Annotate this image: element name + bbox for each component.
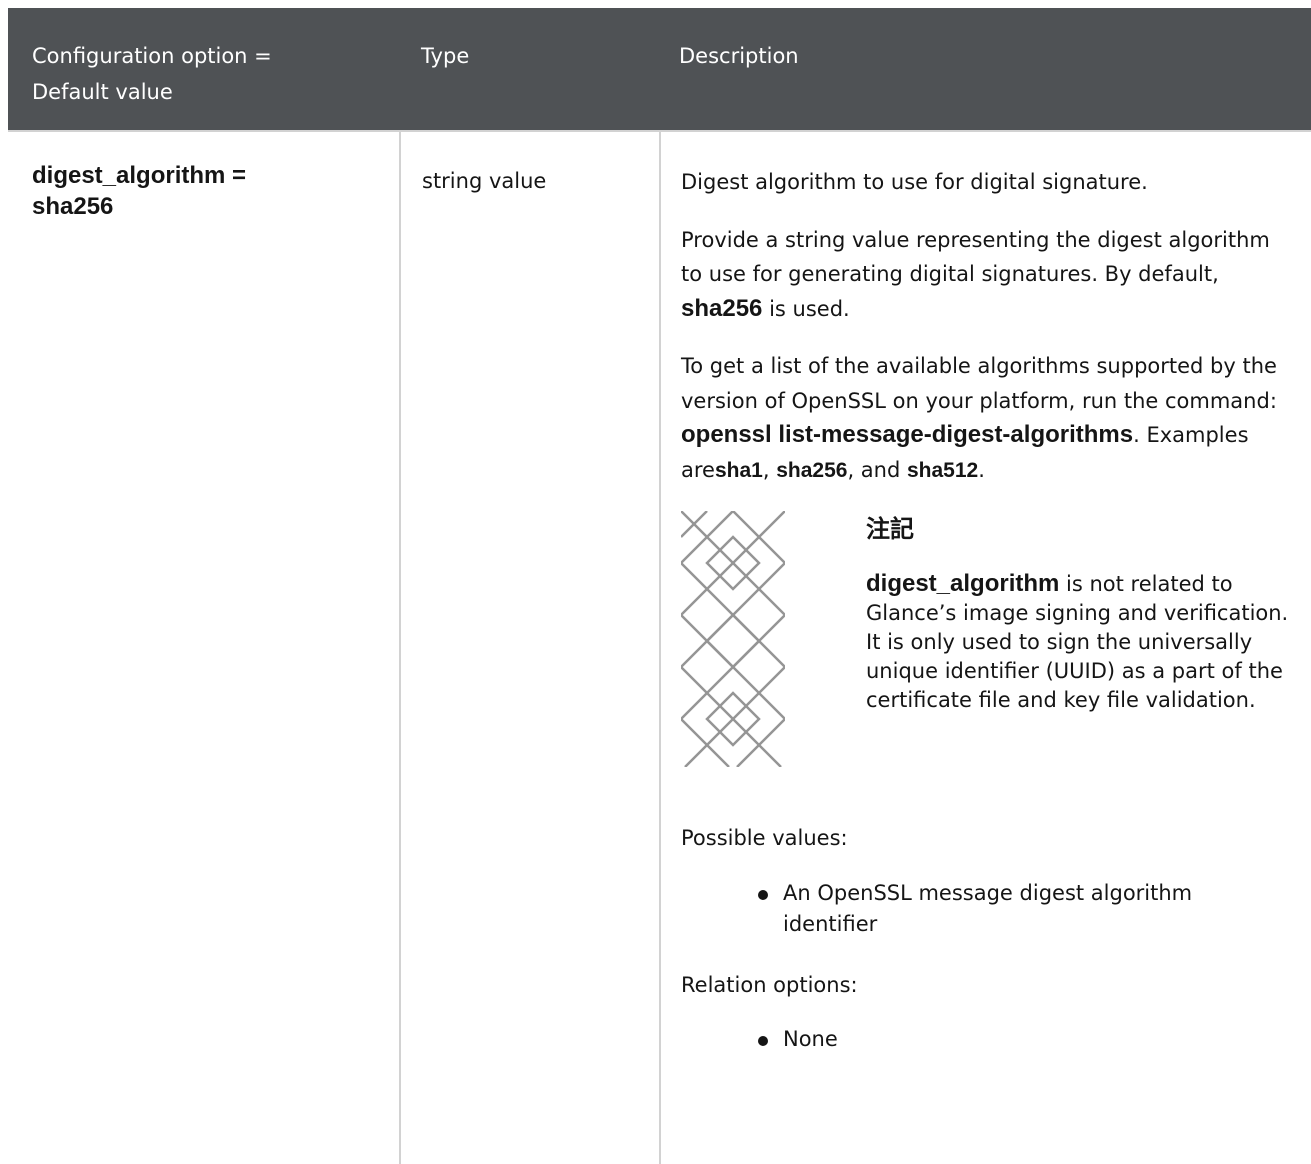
example-sha256: sha256 bbox=[776, 458, 848, 482]
option-default: sha256 bbox=[32, 193, 114, 220]
column-divider-1 bbox=[399, 130, 401, 1164]
header-type: Type bbox=[421, 44, 470, 68]
note-text: digest_algorithm is not related to Glanc… bbox=[866, 569, 1291, 715]
description-default: Provide a string value representing the … bbox=[681, 223, 1291, 327]
header-option-line2: Default value bbox=[32, 80, 173, 104]
possible-values-list: An OpenSSL message digest algorithm iden… bbox=[681, 878, 1291, 940]
list-item: None bbox=[681, 1024, 1243, 1055]
description-command-text: To get a list of the available algorithm… bbox=[681, 354, 1277, 413]
type-cell: string value bbox=[422, 169, 547, 193]
note-pattern-icon bbox=[681, 511, 785, 767]
command-code: openssl list-message-digest-algorithms bbox=[681, 421, 1134, 448]
relation-options-list: None bbox=[681, 1024, 1291, 1055]
header-description: Description bbox=[679, 44, 799, 68]
description-default-text: Provide a string value representing the … bbox=[681, 227, 1270, 287]
example-sha1: sha1 bbox=[714, 458, 763, 482]
column-divider-2 bbox=[659, 130, 661, 1164]
note-body: 注記 digest_algorithm is not related to Gl… bbox=[866, 511, 1291, 738]
note-admonition: 注記 digest_algorithm is not related to Gl… bbox=[681, 511, 1291, 767]
example-separator-2: , and bbox=[847, 457, 907, 482]
table-body: digest_algorithm = sha256 string value D… bbox=[8, 130, 1311, 1164]
description-cell: Digest algorithm to use for digital sign… bbox=[681, 165, 1291, 1083]
header-option: Configuration option = Default value bbox=[32, 38, 272, 110]
option-name: digest_algorithm = bbox=[32, 162, 247, 189]
option-cell: digest_algorithm = sha256 bbox=[32, 160, 332, 222]
example-end: . bbox=[978, 457, 985, 482]
default-value-code: sha256 bbox=[681, 294, 763, 322]
possible-values-label: Possible values: bbox=[681, 826, 848, 850]
header-option-line1: Configuration option = bbox=[32, 44, 272, 68]
example-sha512: sha512 bbox=[906, 458, 979, 482]
description-command: To get a list of the available algorithm… bbox=[681, 349, 1291, 488]
config-table: Configuration option = Default value Typ… bbox=[8, 8, 1311, 1164]
note-code: digest_algorithm bbox=[866, 570, 1060, 597]
note-title: 注記 bbox=[866, 515, 914, 543]
description-summary: Digest algorithm to use for digital sign… bbox=[681, 170, 1148, 194]
list-item: An OpenSSL message digest algorithm iden… bbox=[681, 878, 1243, 940]
description-default-end: is used. bbox=[762, 296, 850, 321]
example-separator-1: , bbox=[762, 457, 777, 482]
table-header: Configuration option = Default value Typ… bbox=[8, 8, 1311, 130]
relation-options-label: Relation options: bbox=[681, 972, 858, 997]
